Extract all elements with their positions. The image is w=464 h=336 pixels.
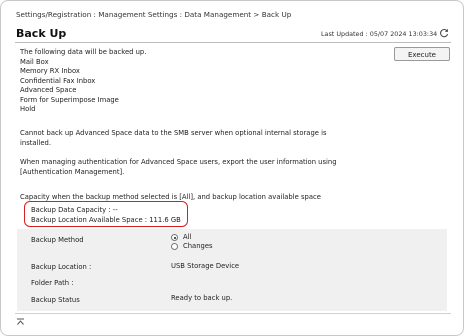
execute-button[interactable]: Execute (394, 47, 450, 61)
backup-location-value: USB Storage Device (171, 262, 240, 270)
page-title: Back Up (16, 27, 67, 40)
list-item: Mail Box (20, 57, 49, 66)
footer-divider (15, 313, 451, 314)
scroll-to-top-icon[interactable] (16, 318, 25, 326)
header-divider (15, 42, 451, 43)
backup-settings-panel: Backup Method All Changes Backup Locatio… (17, 229, 447, 311)
radio-all[interactable] (171, 234, 178, 241)
folder-path-label: Folder Path : (31, 279, 74, 287)
backup-location-label: Backup Location : (31, 263, 92, 271)
smb-note: Cannot back up Advanced Space data to th… (20, 129, 327, 147)
breadcrumb: Settings/Registration : Management Setti… (16, 10, 292, 19)
list-item: Advanced Space (20, 86, 77, 94)
radio-all-label[interactable]: All (183, 233, 191, 241)
backup-items-list: Mail Box Memory RX Inbox Confidential Fa… (20, 58, 119, 115)
backup-location-available-space: Backup Location Available Space : 111.6 … (31, 215, 181, 224)
list-item: Confidential Fax Inbox (20, 76, 96, 85)
radio-changes[interactable] (171, 243, 178, 250)
backup-page: Settings/Registration : Management Setti… (0, 0, 464, 336)
radio-changes-label[interactable]: Changes (183, 242, 213, 250)
list-item: Hold (20, 105, 36, 113)
intro-text: The following data will be backed up. (20, 48, 147, 56)
list-item: Form for Superimpose Image (20, 95, 119, 104)
backup-status-value: Ready to back up. (171, 294, 233, 302)
backup-method-label: Backup Method (31, 236, 84, 244)
backup-data-capacity: Backup Data Capacity : -- (31, 206, 118, 214)
capacity-highlight-box: Backup Data Capacity : -- Backup Locatio… (24, 201, 188, 227)
backup-status-label: Backup Status (31, 296, 80, 304)
last-updated-timestamp: Last Updated : 05/07 2024 13:03:34 (321, 30, 438, 38)
refresh-icon[interactable] (439, 28, 449, 38)
authentication-note: When managing authentication for Advance… (20, 158, 337, 176)
list-item: Memory RX Inbox (20, 67, 80, 75)
